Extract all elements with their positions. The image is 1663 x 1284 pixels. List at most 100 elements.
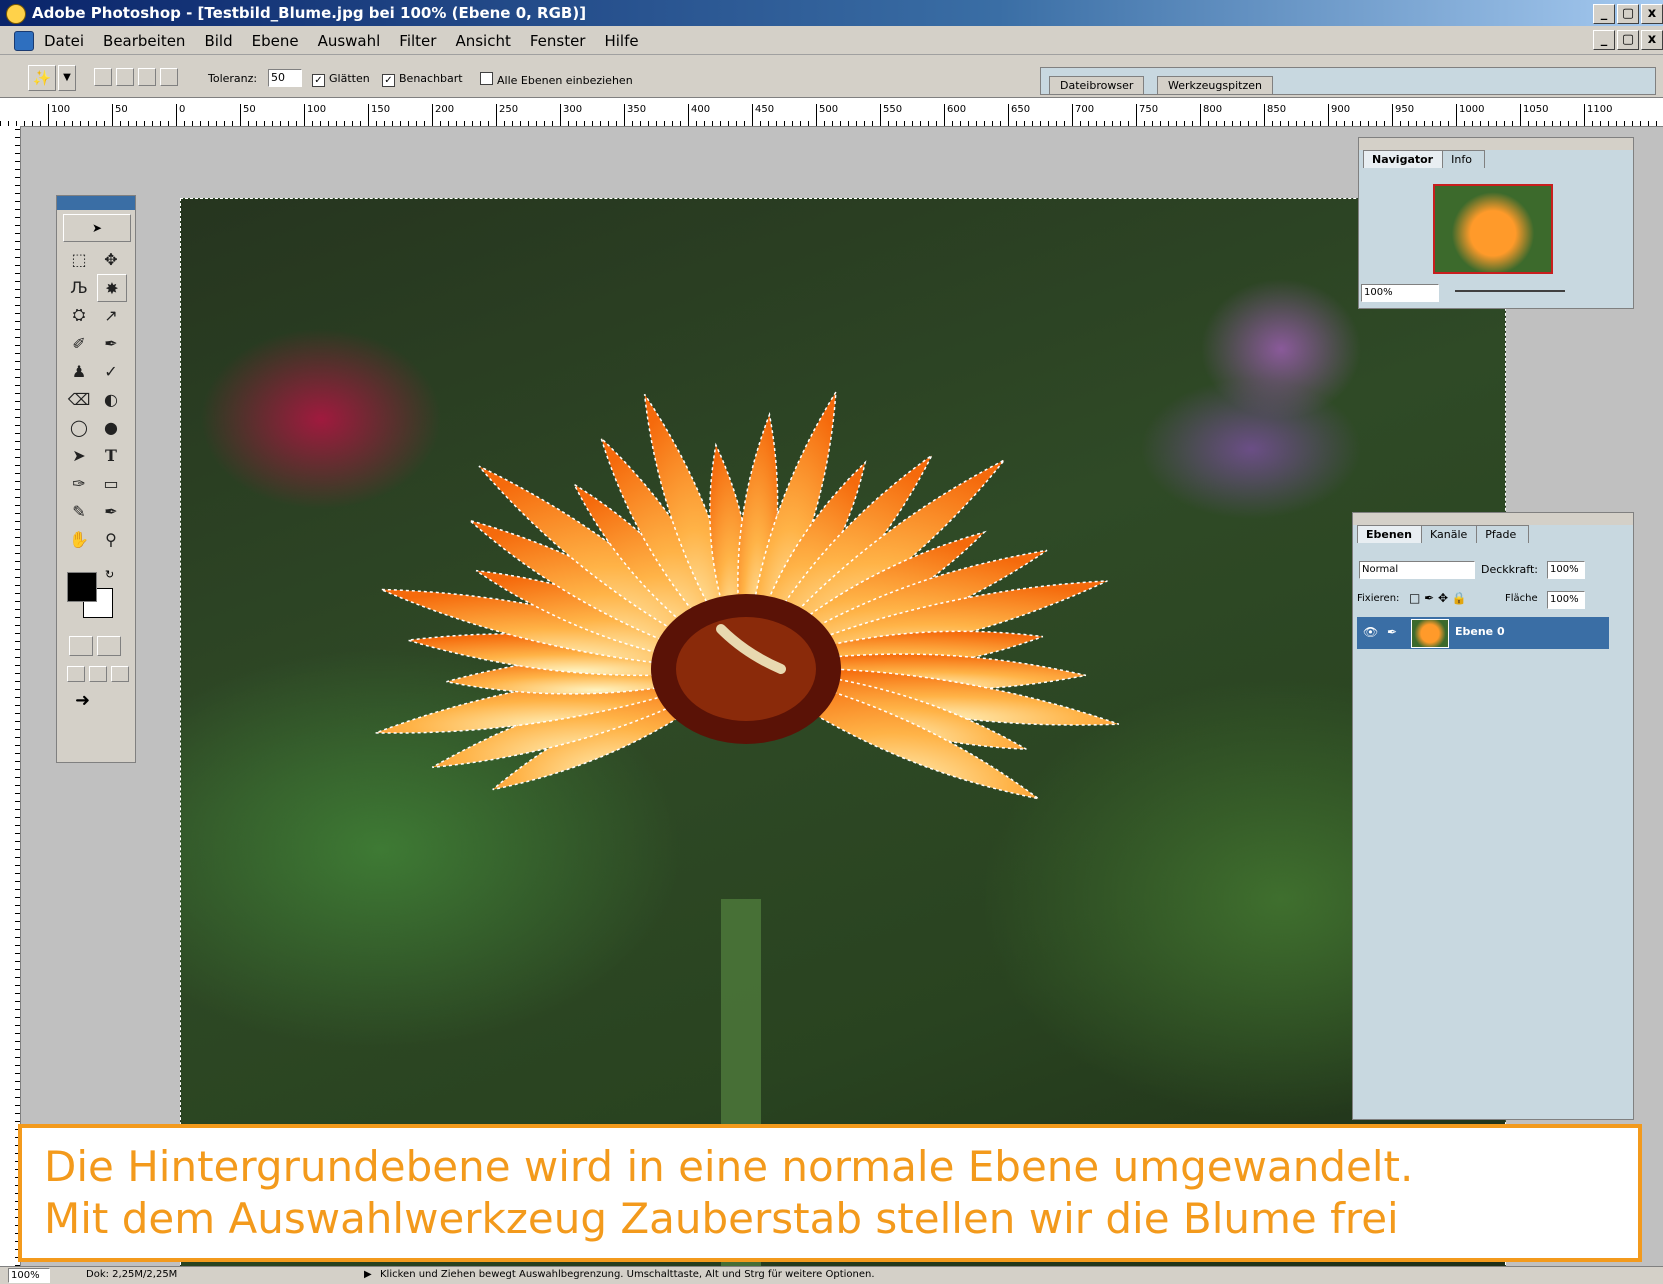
clone-stamp-icon[interactable]: ♟ [65,358,93,384]
notes-tool-icon[interactable]: ✎ [65,498,93,524]
zoom-tool-icon[interactable]: ⚲ [97,526,125,552]
add-selection-icon[interactable] [116,68,134,86]
toolbox-titlebar[interactable] [57,196,135,210]
ruler-tick-label: 800 [1200,104,1222,126]
ruler-tick-label: 950 [1392,104,1414,126]
screen-mode-standard-icon[interactable] [67,666,85,682]
tab-kanaele[interactable]: Kanäle [1420,525,1481,543]
menu-ebene[interactable]: Ebene [252,32,299,50]
image-canvas[interactable] [180,198,1506,1280]
doc-maximize-button[interactable]: ▢ [1617,30,1639,50]
quick-mask-mode-icon[interactable] [97,636,121,656]
eraser-tool-icon[interactable]: ⌫ [65,386,93,412]
adobe-online-logo-icon[interactable]: ➤ [63,214,131,242]
dodge-tool-icon[interactable]: ● [97,414,125,440]
magic-wand-tool-preset-icon[interactable]: ✨ [28,65,56,91]
maximize-button[interactable]: ▢ [1617,4,1639,24]
layers-panel: Ebenen Kanäle Pfade Normal Deckkraft: 10… [1352,512,1634,1120]
visibility-eye-icon[interactable]: 👁 [1363,625,1378,639]
marquee-tool-icon[interactable]: ⬚ [65,246,93,272]
path-selection-icon[interactable]: ➤ [65,442,93,468]
menu-bar: Datei Bearbeiten Bild Ebene Auswahl Filt… [0,26,1663,55]
history-brush-icon[interactable]: ✓ [97,358,125,384]
checkbox-unchecked-icon [480,72,493,85]
checkbox-checked-icon: ✓ [382,74,395,87]
menu-bearbeiten[interactable]: Bearbeiten [103,32,185,50]
status-bar: 100% Dok: 2,25M/2,25M ▶ Klicken und Zieh… [0,1266,1663,1284]
layer-row-ebene-0[interactable]: 👁 ✒ Ebene 0 [1357,617,1609,649]
tab-werkzeugspitzen[interactable]: Werkzeugspitzen [1157,76,1273,95]
doc-minimize-button[interactable]: _ [1593,30,1615,50]
move-tool-icon[interactable]: ✥ [97,246,125,272]
menu-fenster[interactable]: Fenster [530,32,586,50]
all-layers-checkbox[interactable]: Alle Ebenen einbeziehen [480,72,633,87]
tab-navigator[interactable]: Navigator [1363,150,1447,168]
brush-tool-icon[interactable]: ✒ [97,330,125,356]
doc-size-label[interactable]: Dok: 2,25M/2,25M [86,1269,177,1280]
minimize-button[interactable]: _ [1593,4,1615,24]
standard-mode-icon[interactable] [69,636,93,656]
ruler-tick-label: 200 [432,104,454,126]
blur-tool-icon[interactable]: ◯ [65,414,93,440]
menu-auswahl[interactable]: Auswahl [318,32,381,50]
paint-bucket-icon[interactable]: ◐ [97,386,125,412]
type-tool-icon[interactable]: T [97,442,125,468]
brush-link-icon[interactable]: ✒ [1387,625,1397,639]
healing-brush-icon[interactable]: ✐ [65,330,93,356]
subtract-selection-icon[interactable] [138,68,156,86]
blend-mode-select[interactable]: Normal [1359,561,1475,579]
shape-tool-icon[interactable]: ▭ [97,470,125,496]
tolerance-label: Toleranz: [208,72,258,85]
navigator-zoom-input[interactable]: 100% [1361,284,1439,302]
tolerance-input[interactable]: 50 [268,69,302,87]
all-layers-label: Alle Ebenen einbeziehen [497,74,633,87]
status-zoom[interactable]: 100% [8,1268,50,1283]
screen-mode-full-icon[interactable] [111,666,129,682]
intersect-selection-icon[interactable] [160,68,178,86]
crop-tool-icon[interactable]: ⛭ [65,302,93,328]
swap-colors-icon[interactable]: ↻ [105,568,114,581]
menu-hilfe[interactable]: Hilfe [604,32,638,50]
foreground-color-swatch[interactable] [67,572,97,602]
navigator-panel-header[interactable] [1359,138,1633,150]
menu-datei[interactable]: Datei [44,32,84,50]
ruler-tick-label: 650 [1008,104,1030,126]
menu-ansicht[interactable]: Ansicht [455,32,510,50]
status-hint: Klicken und Ziehen bewegt Auswahlbegrenz… [380,1269,875,1280]
jump-to-imageready-icon[interactable]: ➜ [75,690,90,711]
navigator-zoom-slider[interactable] [1455,290,1565,292]
screen-mode-full-menu-icon[interactable] [89,666,107,682]
tab-ebenen[interactable]: Ebenen [1357,525,1425,543]
selection-mode-group [94,68,178,86]
ruler-tick-label: 350 [624,104,646,126]
eyedropper-tool-icon[interactable]: ✒ [97,498,125,524]
lasso-tool-icon[interactable]: Љ [65,274,93,300]
close-button[interactable]: x [1641,4,1663,24]
toolbox-palette: ➤ ⬚ ✥ Љ ✸ ⛭ ↗ ✐ ✒ ♟ ✓ ⌫ ◐ ◯ ● ➤ T ✑ ▭ ✎ … [56,195,136,763]
layer-thumbnail [1411,619,1449,648]
menu-bild[interactable]: Bild [204,32,232,50]
hand-tool-icon[interactable]: ✋ [65,526,93,552]
document-icon[interactable] [14,31,34,51]
menu-filter[interactable]: Filter [399,32,436,50]
fill-input[interactable]: 100% [1547,591,1585,609]
magic-wand-tool-icon[interactable]: ✸ [97,274,127,302]
ruler-tick-label: 400 [688,104,710,126]
pen-tool-icon[interactable]: ✑ [65,470,93,496]
lock-icons[interactable]: □ ✒ ✥ 🔒 [1409,591,1467,605]
navigator-thumbnail[interactable] [1433,184,1553,274]
tab-pfade[interactable]: Pfade [1476,525,1530,543]
title-bar: Adobe Photoshop - [Testbild_Blume.jpg be… [0,0,1663,26]
contiguous-label: Benachbart [399,72,463,85]
doc-close-button[interactable]: x [1641,30,1663,50]
new-selection-icon[interactable] [94,68,112,86]
smooth-checkbox[interactable]: ✓ Glätten [312,72,370,87]
layers-panel-header[interactable] [1353,513,1633,525]
preset-dropdown-icon[interactable]: ▼ [58,65,76,91]
slice-tool-icon[interactable]: ↗ [97,302,125,328]
caption-line-1: Die Hintergrundebene wird in eine normal… [44,1142,1414,1191]
contiguous-checkbox[interactable]: ✓ Benachbart [382,72,463,87]
opacity-input[interactable]: 100% [1547,561,1585,579]
tab-info[interactable]: Info [1442,150,1485,168]
tab-dateibrowser[interactable]: Dateibrowser [1049,76,1145,95]
